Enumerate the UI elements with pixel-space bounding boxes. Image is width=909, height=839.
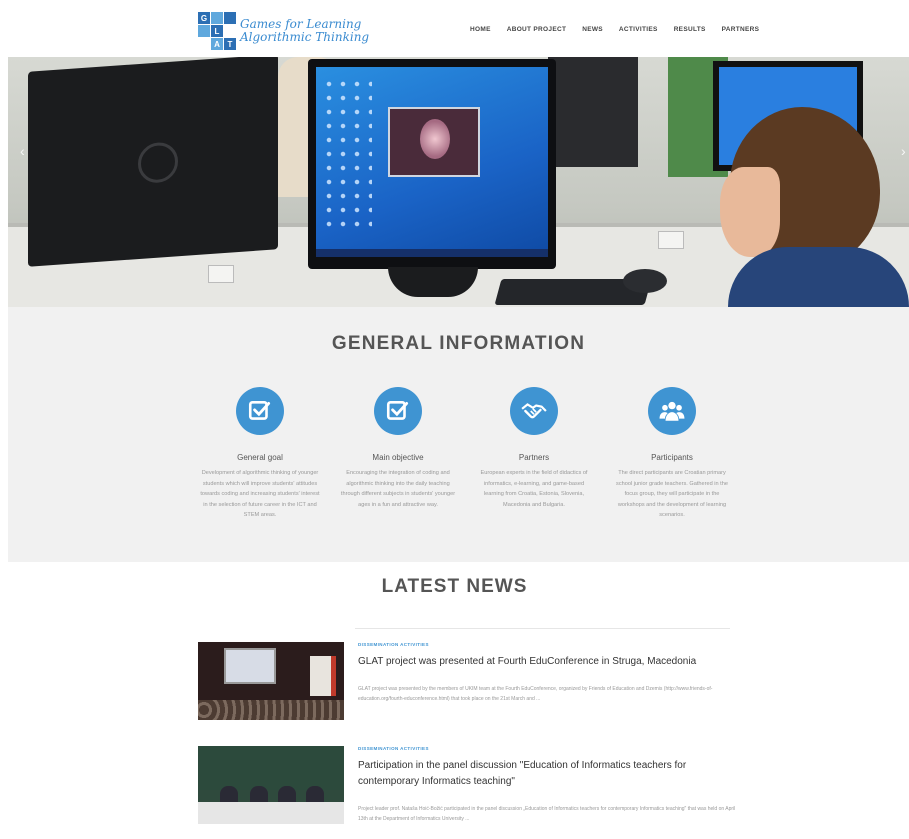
site-logo[interactable]: G L A T Games for Learning Algorithmic T… (198, 12, 369, 50)
news-excerpt: GLAT project was presented by the member… (358, 686, 713, 702)
feature-participants: Participants The direct participants are… (612, 387, 732, 521)
desktop-icons (322, 77, 372, 227)
logo-tile (198, 25, 210, 37)
logo-tile (198, 38, 210, 50)
nav-about-project[interactable]: ABOUT PROJECT (507, 26, 567, 33)
feature-title: Main objective (372, 453, 424, 462)
feature-description: European experts in the field of didacti… (480, 470, 588, 508)
checkbox-icon (374, 387, 422, 435)
nav-news[interactable]: NEWS (582, 26, 603, 33)
power-outlet (208, 265, 234, 283)
nav-activities[interactable]: ACTIVITIES (619, 26, 658, 33)
feature-main-objective: Main objective Encouraging the integrati… (338, 387, 458, 510)
logo-tile (211, 12, 223, 24)
slider-next-arrow[interactable]: › (901, 143, 906, 159)
feature-general-goal: General goal Development of algorithmic … (200, 387, 320, 521)
nav-results[interactable]: RESULTS (674, 26, 706, 33)
site-header: G L A T Games for Learning Algorithmic T… (0, 0, 909, 56)
section-title: LATEST NEWS (381, 576, 528, 597)
news-item: DISSEMINATION ACTIVITIES GLAT project wa… (198, 642, 738, 722)
feature-title: Partners (518, 453, 550, 462)
logo-line-2: Algorithmic Thinking (240, 30, 370, 44)
news-headline[interactable]: GLAT project was presented at Fourth Edu… (358, 654, 738, 670)
feature-description: Encouraging the integration of coding an… (340, 470, 456, 508)
feature-description: Development of algorithmic thinking of y… (200, 470, 320, 518)
news-category[interactable]: DISSEMINATION ACTIVITIES (358, 746, 429, 751)
news-item: DISSEMINATION ACTIVITIES Participation i… (198, 746, 738, 826)
logo-tile: T (224, 38, 236, 50)
news-thumbnail[interactable] (198, 746, 344, 824)
logo-tile: L (211, 25, 223, 37)
hp-logo (138, 141, 178, 185)
thumbnail-banner (310, 656, 336, 696)
news-category[interactable]: DISSEMINATION ACTIVITIES (358, 642, 429, 647)
nav-partners[interactable]: PARTNERS (722, 26, 760, 33)
feature-description: The direct participants are Croatian pri… (616, 470, 728, 518)
thumbnail-audience (198, 700, 344, 720)
logo-tile (224, 12, 236, 24)
desktop-taskbar (316, 249, 548, 257)
news-excerpt: Project leader prof. Nataša Hoić-Božić p… (358, 806, 736, 822)
power-outlet (658, 231, 684, 249)
hero-photo-monitor-back (548, 57, 638, 167)
hero-photo-mouse (623, 269, 667, 293)
thumbnail-table (198, 802, 344, 824)
news-thumbnail[interactable] (198, 642, 344, 720)
feature-title: General goal (237, 453, 283, 462)
logo-tile (224, 25, 236, 37)
slider-prev-arrow[interactable]: ‹ (20, 143, 25, 159)
logo-tile: G (198, 12, 210, 24)
hero-photo-student-body (728, 247, 909, 307)
general-information-section: GENERAL INFORMATION General goal Develop… (8, 307, 909, 562)
thumbnail-blackboard (198, 746, 344, 790)
section-title: GENERAL INFORMATION (331, 333, 586, 354)
checkbox-icon (236, 387, 284, 435)
logo-grid: G L A T (198, 12, 236, 50)
main-nav: HOME ABOUT PROJECT NEWS ACTIVITIES RESUL… (470, 26, 759, 33)
handshake-icon (510, 387, 558, 435)
thumbnail-projector-screen (224, 648, 276, 684)
divider (355, 628, 730, 629)
feature-partners: Partners European experts in the field o… (474, 387, 594, 510)
monitor-screen (316, 67, 548, 257)
logo-tile: A (211, 38, 223, 50)
hero-photo-monitor-left (28, 57, 278, 267)
feature-title: Participants (651, 453, 693, 462)
news-headline[interactable]: Participation in the panel discussion "E… (358, 758, 738, 790)
desktop-window (388, 107, 480, 177)
group-icon (648, 387, 696, 435)
hero-photo-monitor-center (308, 59, 556, 269)
nav-home[interactable]: HOME (470, 26, 491, 33)
logo-text: Games for Learning Algorithmic Thinking (240, 18, 369, 44)
hero-slider: ‹ › (8, 57, 909, 307)
hero-photo-student-face (720, 167, 780, 257)
